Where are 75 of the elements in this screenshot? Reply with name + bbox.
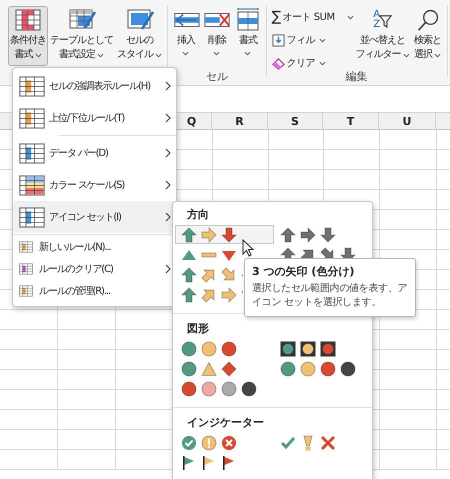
- arrow-icon: [181, 226, 197, 242]
- ribbon-button[interactable]: 挿入: [170, 6, 202, 66]
- arrow-icon: [181, 286, 197, 302]
- ribbon-small-button[interactable]: フィル: [270, 30, 354, 50]
- arrow-icon: [320, 226, 336, 242]
- menu-item[interactable]: セルの強調表示ルール(H): [13, 70, 176, 102]
- cross-circle-icon: [221, 434, 237, 450]
- traffic-light-icon: [280, 340, 296, 356]
- arrow-icon: [201, 226, 217, 242]
- rule-grid-icon: [19, 142, 45, 164]
- rule-grid-icon: [19, 76, 45, 96]
- ribbon-button[interactable]: 削除: [201, 6, 232, 66]
- fill-down-icon: [272, 34, 285, 46]
- arrow-icon: [181, 266, 197, 282]
- ribbon-button[interactable]: 条件付き 書式: [8, 6, 48, 66]
- check-icon: [280, 434, 296, 450]
- circle-icon: [181, 340, 197, 356]
- triangle-icon: [201, 360, 217, 376]
- column-header[interactable]: U: [379, 113, 436, 129]
- ribbon-small-button[interactable]: ∑オート SUM: [270, 7, 354, 27]
- arrow-icon: [201, 286, 217, 302]
- group-label: セル: [206, 68, 228, 84]
- menu-item[interactable]: 新しいルール(N)...: [13, 236, 176, 258]
- menu-item[interactable]: ルールのクリア(C): [13, 258, 176, 280]
- rule-grid-icon: [19, 108, 45, 128]
- menu-item[interactable]: ルールの管理(R)...: [13, 280, 176, 302]
- menu-item[interactable]: データ バー(D): [13, 137, 176, 169]
- rule-grid-icon: [19, 174, 45, 196]
- sigma-symbol: ∑: [272, 9, 281, 25]
- ribbon-button[interactable]: テーブルとして 書式設定: [48, 6, 115, 66]
- column-header[interactable]: S: [268, 113, 323, 129]
- ribbon-button[interactable]: セルの スタイル: [115, 6, 164, 66]
- arrow-icon: [300, 226, 316, 242]
- column-header[interactable]: T: [323, 113, 379, 129]
- circle-icon: [181, 360, 197, 376]
- cross-icon: [320, 434, 336, 450]
- traffic-light-icon: [320, 340, 336, 356]
- circle-icon: [181, 380, 197, 396]
- section-heading: 方向: [187, 208, 209, 221]
- circle-icon: [201, 340, 217, 356]
- column-header[interactable]: R: [212, 113, 268, 129]
- circle-icon: [280, 360, 296, 376]
- diamond-icon: [221, 360, 237, 376]
- circle-icon: [241, 380, 257, 396]
- arrow-icon: [280, 226, 296, 242]
- menu-item[interactable]: カラー スケール(S): [13, 169, 176, 201]
- eraser-icon: [272, 56, 285, 70]
- cell-brush-icon: [126, 8, 154, 32]
- circle-icon: [300, 360, 316, 376]
- conditional-format-icon: [14, 8, 42, 32]
- arrow-icon: [221, 266, 237, 282]
- rule-grid-icon: [19, 241, 33, 253]
- rule-grid-icon: [19, 263, 33, 275]
- ribbon-button[interactable]: 検索と 選択: [412, 6, 444, 66]
- circle-icon: [320, 360, 336, 376]
- rule-grid-icon: [19, 285, 33, 297]
- check-circle-icon: [181, 434, 197, 450]
- arrow-icon: [221, 286, 237, 302]
- circle-icon: [340, 360, 356, 376]
- circle-icon: [201, 380, 217, 396]
- ribbon-button[interactable]: 書式: [232, 6, 264, 66]
- rule-grid-icon: [19, 206, 45, 228]
- ribbon-button[interactable]: A Z 並べ替えと フィルター: [354, 6, 412, 66]
- group-label: 編集: [346, 69, 368, 84]
- tooltip-title: 3 つの矢印 (色分け): [252, 264, 356, 279]
- section-heading: 図形: [187, 322, 209, 335]
- arrow-icon: [201, 266, 217, 282]
- traffic-light-icon: [300, 340, 316, 356]
- circle-icon: [221, 340, 237, 356]
- exclamation-circle-icon: [201, 434, 217, 450]
- circle-icon: [221, 380, 237, 396]
- menu-item[interactable]: アイコン セット(I): [13, 201, 176, 233]
- tooltip-text: 選択したセル範囲内の値を表す、アイコン セットを選択します。: [252, 282, 408, 310]
- arrow-icon: [221, 226, 237, 242]
- section-heading: インジケーター: [187, 416, 264, 429]
